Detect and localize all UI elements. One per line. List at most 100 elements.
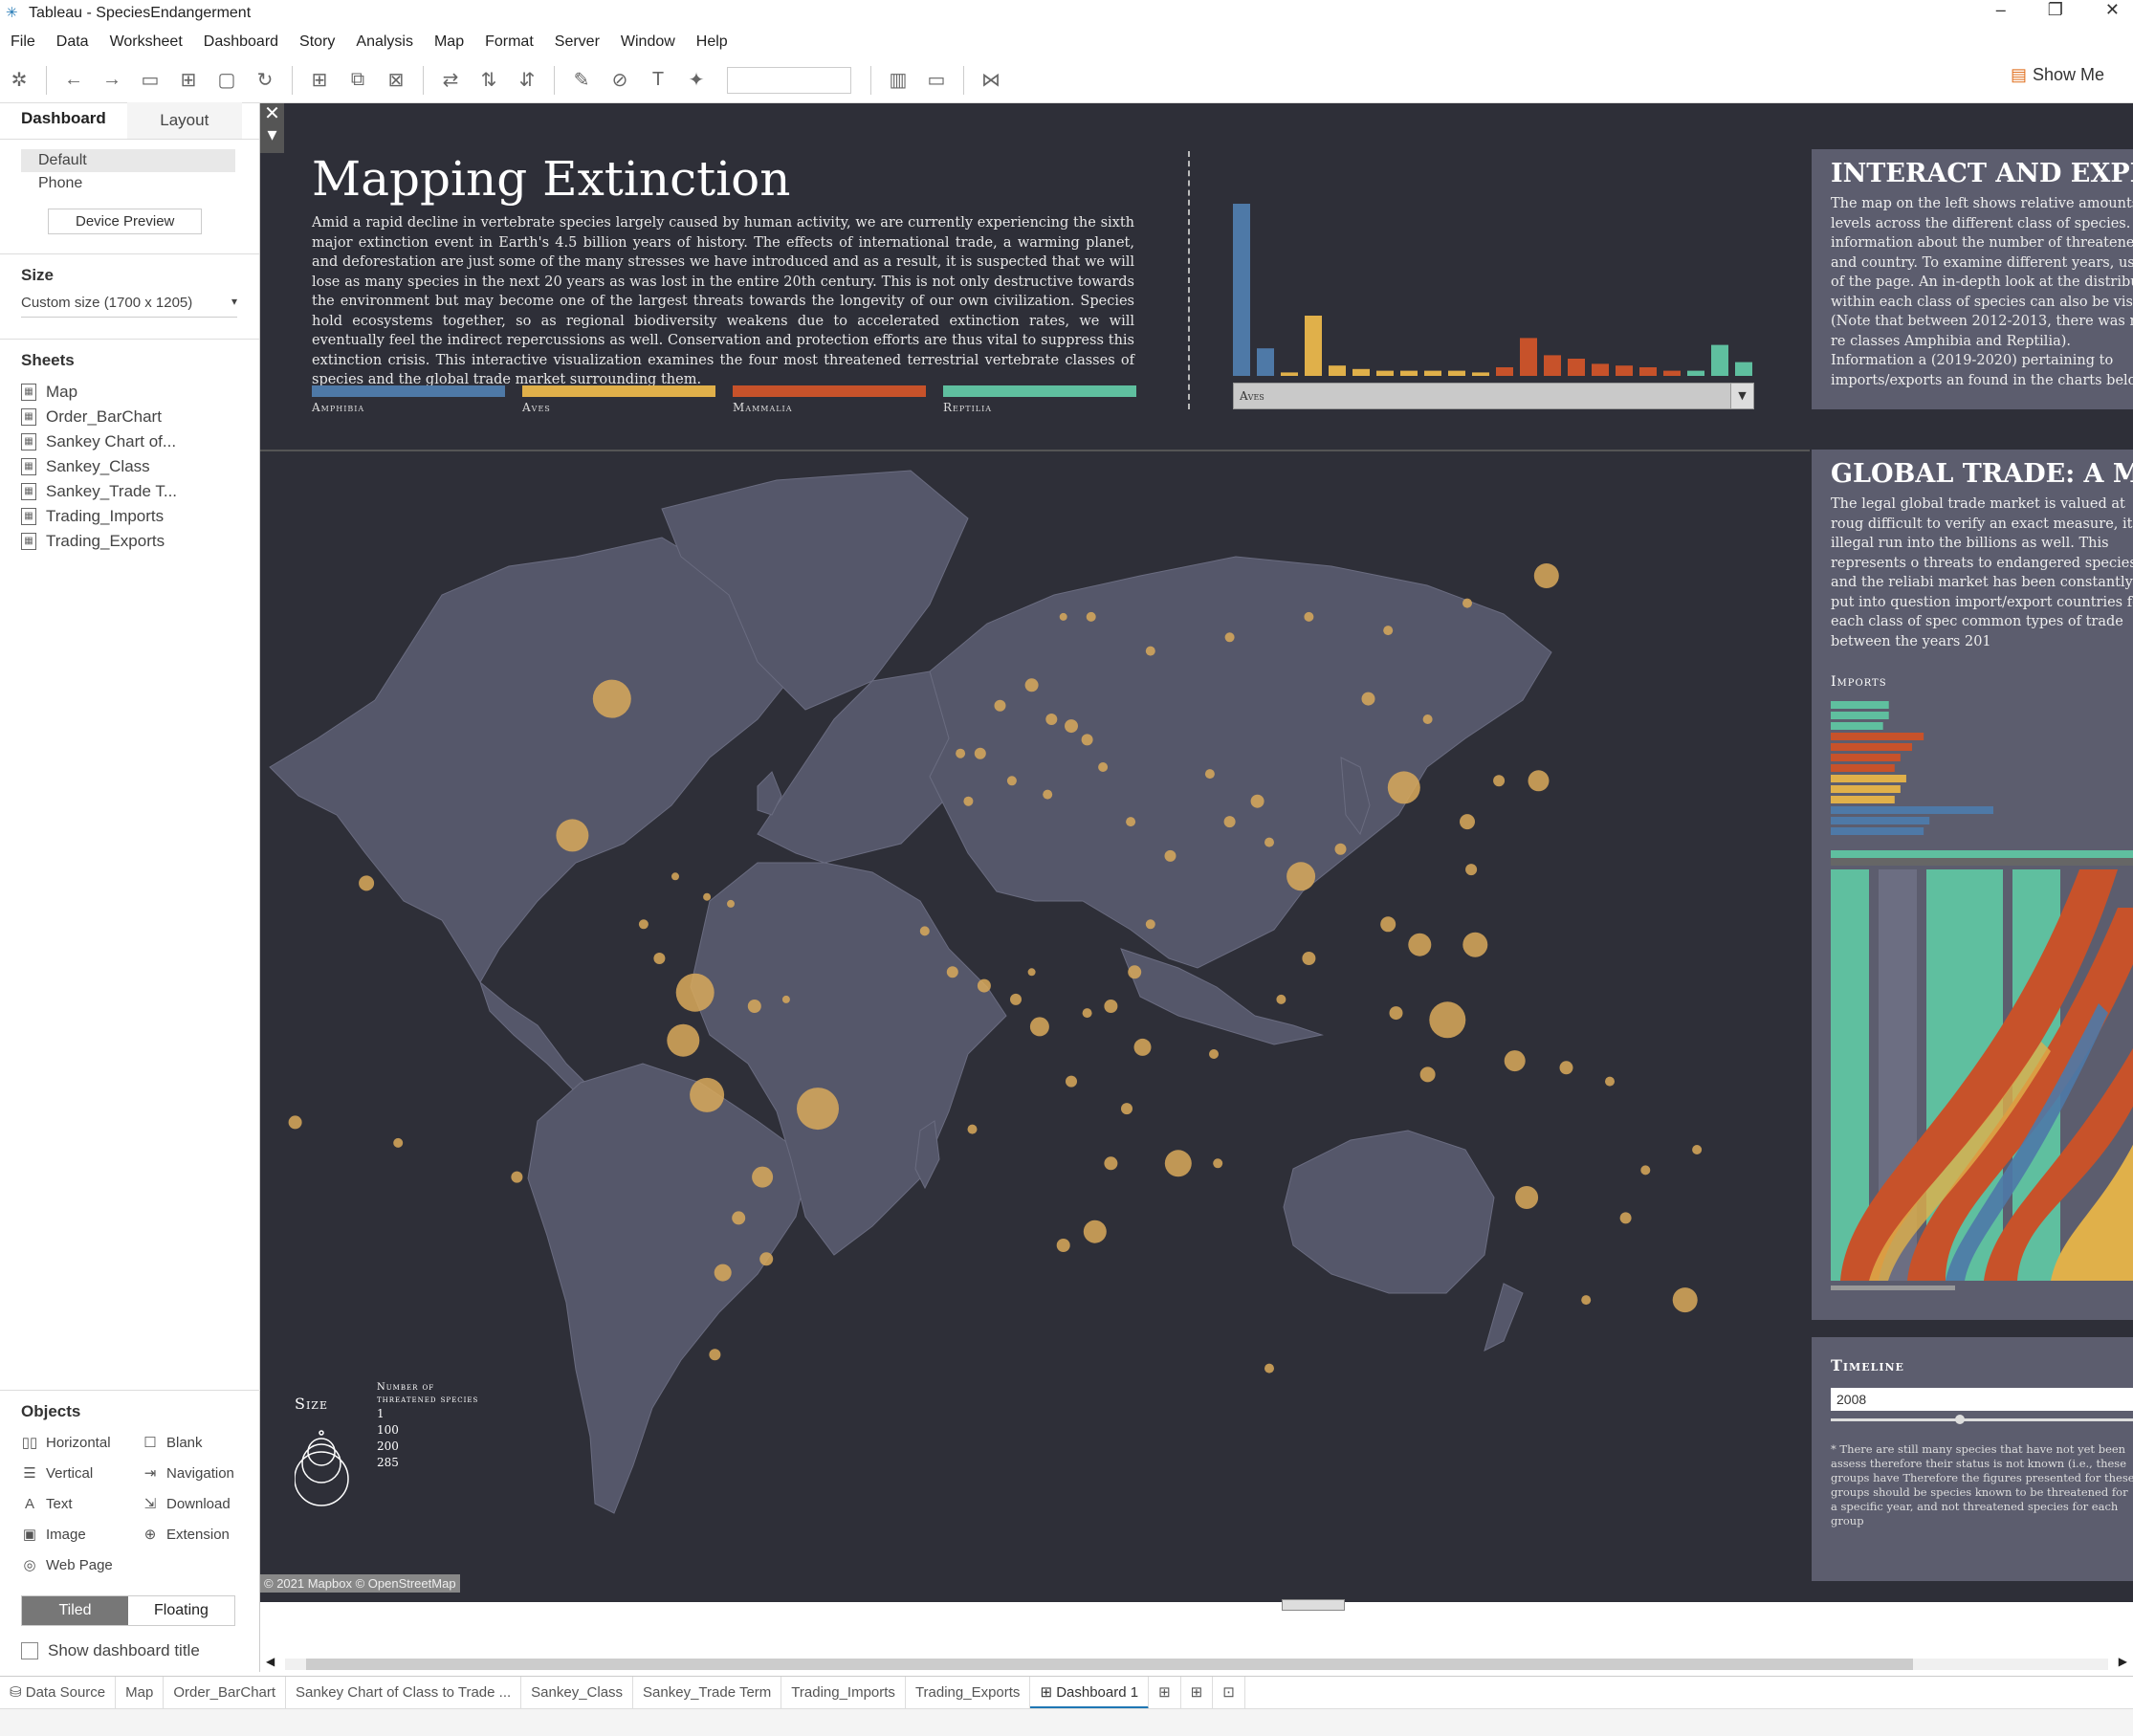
highlight-icon[interactable]: ✎: [562, 64, 601, 97]
world-map[interactable]: [260, 451, 1810, 1599]
species-point[interactable]: [511, 1171, 523, 1183]
import-bar[interactable]: [1831, 806, 1993, 814]
show-title-checkbox[interactable]: Show dashboard title: [21, 1641, 239, 1660]
object-web-page[interactable]: ◎ Web Page: [21, 1553, 142, 1576]
sheet-item[interactable]: ▦ Sankey_Class: [21, 454, 238, 479]
species-point[interactable]: [359, 875, 375, 891]
bar[interactable]: [1257, 348, 1274, 376]
species-point[interactable]: [592, 679, 631, 718]
species-point[interactable]: [1164, 849, 1176, 862]
menu-format[interactable]: Format: [485, 33, 534, 51]
redo-icon[interactable]: →: [93, 64, 131, 97]
menu-help[interactable]: Help: [696, 33, 728, 51]
restore-button[interactable]: ❐: [2048, 0, 2063, 20]
bar[interactable]: [1233, 204, 1250, 376]
species-point[interactable]: [1264, 837, 1274, 847]
species-point[interactable]: [752, 1166, 774, 1188]
species-point[interactable]: [1334, 843, 1347, 855]
species-point[interactable]: [1304, 611, 1314, 622]
bar[interactable]: [1305, 316, 1322, 376]
bar[interactable]: [1711, 344, 1728, 376]
species-point[interactable]: [1361, 692, 1375, 706]
object-horizontal[interactable]: ▯▯ Horizontal: [21, 1431, 142, 1454]
species-point[interactable]: [1006, 776, 1017, 786]
bar[interactable]: [1520, 338, 1537, 376]
class-filter-dropdown[interactable]: Aves ▼: [1233, 383, 1754, 409]
species-point[interactable]: [1559, 1061, 1573, 1075]
species-point[interactable]: [732, 1211, 746, 1225]
species-point[interactable]: [1419, 1066, 1436, 1083]
object-blank[interactable]: ☐ Blank: [142, 1431, 247, 1454]
timeline-year-input[interactable]: 2008: [1831, 1388, 2133, 1411]
tab-sankey-chart[interactable]: Sankey Chart of Class to Trade ...: [286, 1676, 522, 1709]
import-bar[interactable]: [1831, 733, 1924, 740]
bar[interactable]: [1352, 368, 1370, 376]
species-point[interactable]: [709, 1349, 721, 1361]
sheet-item[interactable]: ▦ Order_BarChart: [21, 405, 238, 429]
species-point[interactable]: [1145, 646, 1155, 656]
tableau-logo-icon[interactable]: ✲: [0, 64, 38, 97]
import-bar[interactable]: [1831, 712, 1889, 719]
bar[interactable]: [1568, 359, 1585, 376]
sort-ascending-icon[interactable]: ⇅: [470, 64, 508, 97]
species-point[interactable]: [1383, 626, 1394, 636]
species-point[interactable]: [1389, 1006, 1403, 1021]
sheet-item[interactable]: ▦ Sankey Chart of...: [21, 429, 238, 454]
bar[interactable]: [1592, 363, 1609, 376]
species-point[interactable]: [967, 1124, 978, 1134]
import-bar[interactable]: [1831, 754, 1901, 761]
species-point[interactable]: [1121, 1103, 1132, 1115]
scroll-thumb[interactable]: [306, 1659, 1913, 1670]
bar[interactable]: [1496, 367, 1513, 376]
species-point[interactable]: [1027, 968, 1036, 977]
species-point[interactable]: [1692, 1145, 1703, 1154]
object-image[interactable]: ▣ Image: [21, 1523, 142, 1546]
sheet-item[interactable]: ▦ Sankey_Trade T...: [21, 479, 238, 504]
bar[interactable]: [1735, 362, 1752, 376]
species-point[interactable]: [1059, 612, 1067, 621]
menu-file[interactable]: File: [11, 33, 35, 51]
menu-data[interactable]: Data: [56, 33, 89, 51]
timeline-slider[interactable]: [1831, 1415, 2133, 1424]
species-point[interactable]: [1581, 1295, 1592, 1306]
menu-map[interactable]: Map: [434, 33, 464, 51]
bar[interactable]: [1448, 370, 1465, 376]
species-point[interactable]: [1104, 1000, 1118, 1013]
device-phone[interactable]: Phone: [21, 172, 238, 195]
species-point[interactable]: [1380, 916, 1396, 933]
species-point[interactable]: [1083, 1220, 1107, 1243]
checkbox[interactable]: [21, 1642, 38, 1659]
tab-map[interactable]: Map: [116, 1676, 165, 1709]
menu-dashboard[interactable]: Dashboard: [204, 33, 278, 51]
object-extension[interactable]: ⊕ Extension: [142, 1523, 247, 1546]
bar[interactable]: [1616, 365, 1633, 376]
bar[interactable]: [1544, 355, 1561, 376]
species-point[interactable]: [994, 699, 1006, 712]
import-bar[interactable]: [1831, 796, 1895, 803]
species-point[interactable]: [1065, 719, 1078, 734]
swap-icon[interactable]: ⇄: [431, 64, 470, 97]
species-point[interactable]: [727, 899, 735, 908]
species-point[interactable]: [946, 966, 958, 978]
bar[interactable]: [1663, 370, 1681, 376]
species-point[interactable]: [1465, 864, 1478, 876]
species-point[interactable]: [747, 1000, 761, 1013]
import-bar[interactable]: [1831, 817, 1930, 824]
menu-story[interactable]: Story: [299, 33, 335, 51]
tab-dashboard-1[interactable]: ⊞ Dashboard 1: [1030, 1676, 1150, 1709]
species-point[interactable]: [675, 973, 715, 1012]
tab-data-source[interactable]: ⛁ Data Source: [0, 1676, 117, 1709]
species-point[interactable]: [1204, 769, 1215, 780]
labels-icon[interactable]: T: [639, 64, 677, 97]
minimize-button[interactable]: –: [1996, 0, 2006, 20]
species-point[interactable]: [1223, 816, 1236, 828]
import-bar[interactable]: [1831, 775, 1906, 782]
species-point[interactable]: [1504, 1050, 1526, 1072]
bar[interactable]: [1400, 370, 1418, 376]
bar[interactable]: [1281, 372, 1298, 376]
horizontal-scrollbar[interactable]: ◀ ▶: [260, 1655, 2133, 1674]
species-point[interactable]: [1213, 1158, 1223, 1169]
species-point[interactable]: [1276, 994, 1286, 1004]
species-point[interactable]: [1640, 1165, 1651, 1176]
species-point[interactable]: [1619, 1212, 1632, 1224]
